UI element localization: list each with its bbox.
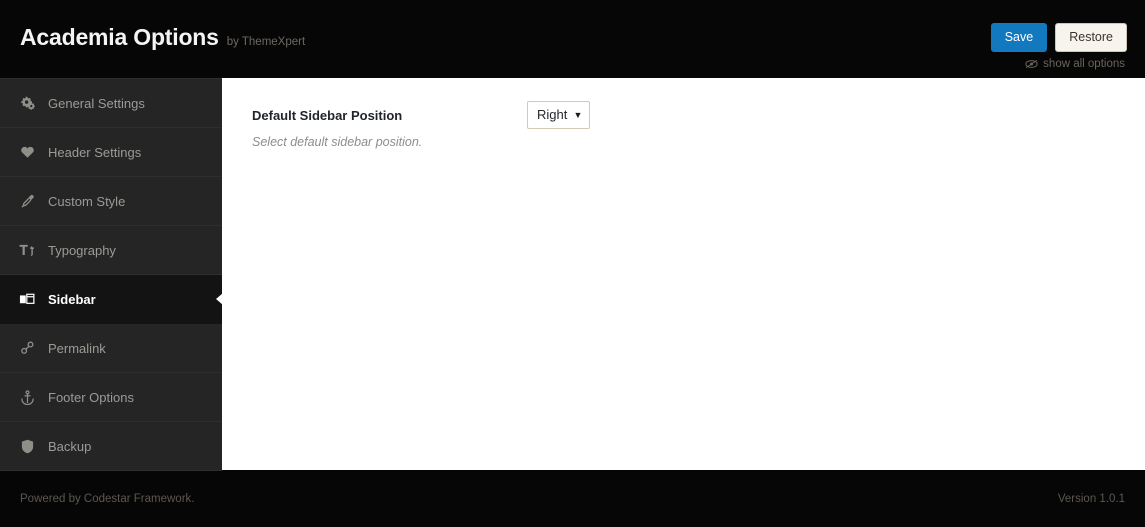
sidebar-nav: General Settings Header Settings Custom … [0, 78, 223, 471]
eyedropper-icon [18, 194, 36, 209]
sidebar-position-select[interactable]: Right [527, 101, 591, 129]
heart-icon [18, 145, 36, 159]
shield-icon [18, 439, 36, 454]
gears-icon [18, 96, 36, 110]
save-button[interactable]: Save [990, 23, 1048, 53]
sidebar-item-footer-options[interactable]: Footer Options [0, 373, 222, 422]
footer-powered-by: Powered by Codestar Framework. [20, 492, 195, 505]
sidebar-item-label: Sidebar [48, 291, 96, 307]
link-icon [18, 341, 36, 355]
eye-slash-icon [1025, 59, 1038, 69]
sidebar-item-label: Custom Style [48, 193, 126, 209]
show-all-options-label: show all options [1043, 58, 1125, 70]
sidebar-position-select-wrapper: Right ▼ [527, 101, 591, 129]
options-page: Academia Options by ThemeXpert Save Rest… [0, 0, 1145, 527]
sidebar-item-label: Footer Options [48, 389, 134, 405]
page-header: Academia Options by ThemeXpert Save Rest… [0, 0, 1145, 78]
sidebar-item-typography[interactable]: Typography [0, 226, 222, 275]
restore-button[interactable]: Restore [1055, 23, 1127, 53]
brand: Academia Options by ThemeXpert [20, 24, 305, 51]
sidebar-item-label: Backup [48, 438, 92, 454]
sidebar-item-sidebar[interactable]: Sidebar [0, 275, 223, 324]
text-height-icon [18, 243, 36, 257]
sidebar-item-header-settings[interactable]: Header Settings [0, 128, 222, 177]
field-info: Default Sidebar Position Select default … [252, 106, 507, 149]
anchor-icon [18, 389, 36, 405]
sidebar-item-label: Header Settings [48, 144, 142, 160]
show-all-options-toggle[interactable]: show all options [1025, 58, 1125, 70]
page-footer: Powered by Codestar Framework. Version 1… [0, 470, 1145, 527]
active-indicator-arrow-icon [216, 293, 223, 305]
page-body: General Settings Header Settings Custom … [0, 78, 1145, 471]
sidebar-item-label: General Settings [48, 95, 145, 111]
brand-attribution: by ThemeXpert [226, 36, 306, 48]
sidebar-item-backup[interactable]: Backup [0, 422, 222, 471]
field-title: Default Sidebar Position [252, 108, 403, 123]
sidebar-item-permalink[interactable]: Permalink [0, 324, 222, 373]
sidebar-item-custom-style[interactable]: Custom Style [0, 177, 222, 226]
page-title: Academia Options [20, 24, 219, 50]
columns-icon [18, 292, 36, 306]
sidebar-item-label: Typography [48, 242, 116, 258]
footer-version: Version 1.0.1 [1057, 492, 1125, 505]
sidebar-item-general-settings[interactable]: General Settings [0, 79, 222, 128]
field-description: Select default sidebar position. [252, 135, 423, 149]
field-control: Right ▼ [527, 101, 591, 129]
field-default-sidebar-position: Default Sidebar Position Select default … [252, 101, 1115, 149]
header-actions: Save Restore [990, 23, 1127, 53]
settings-content: Default Sidebar Position Select default … [222, 78, 1145, 470]
sidebar-item-label: Permalink [48, 340, 106, 356]
